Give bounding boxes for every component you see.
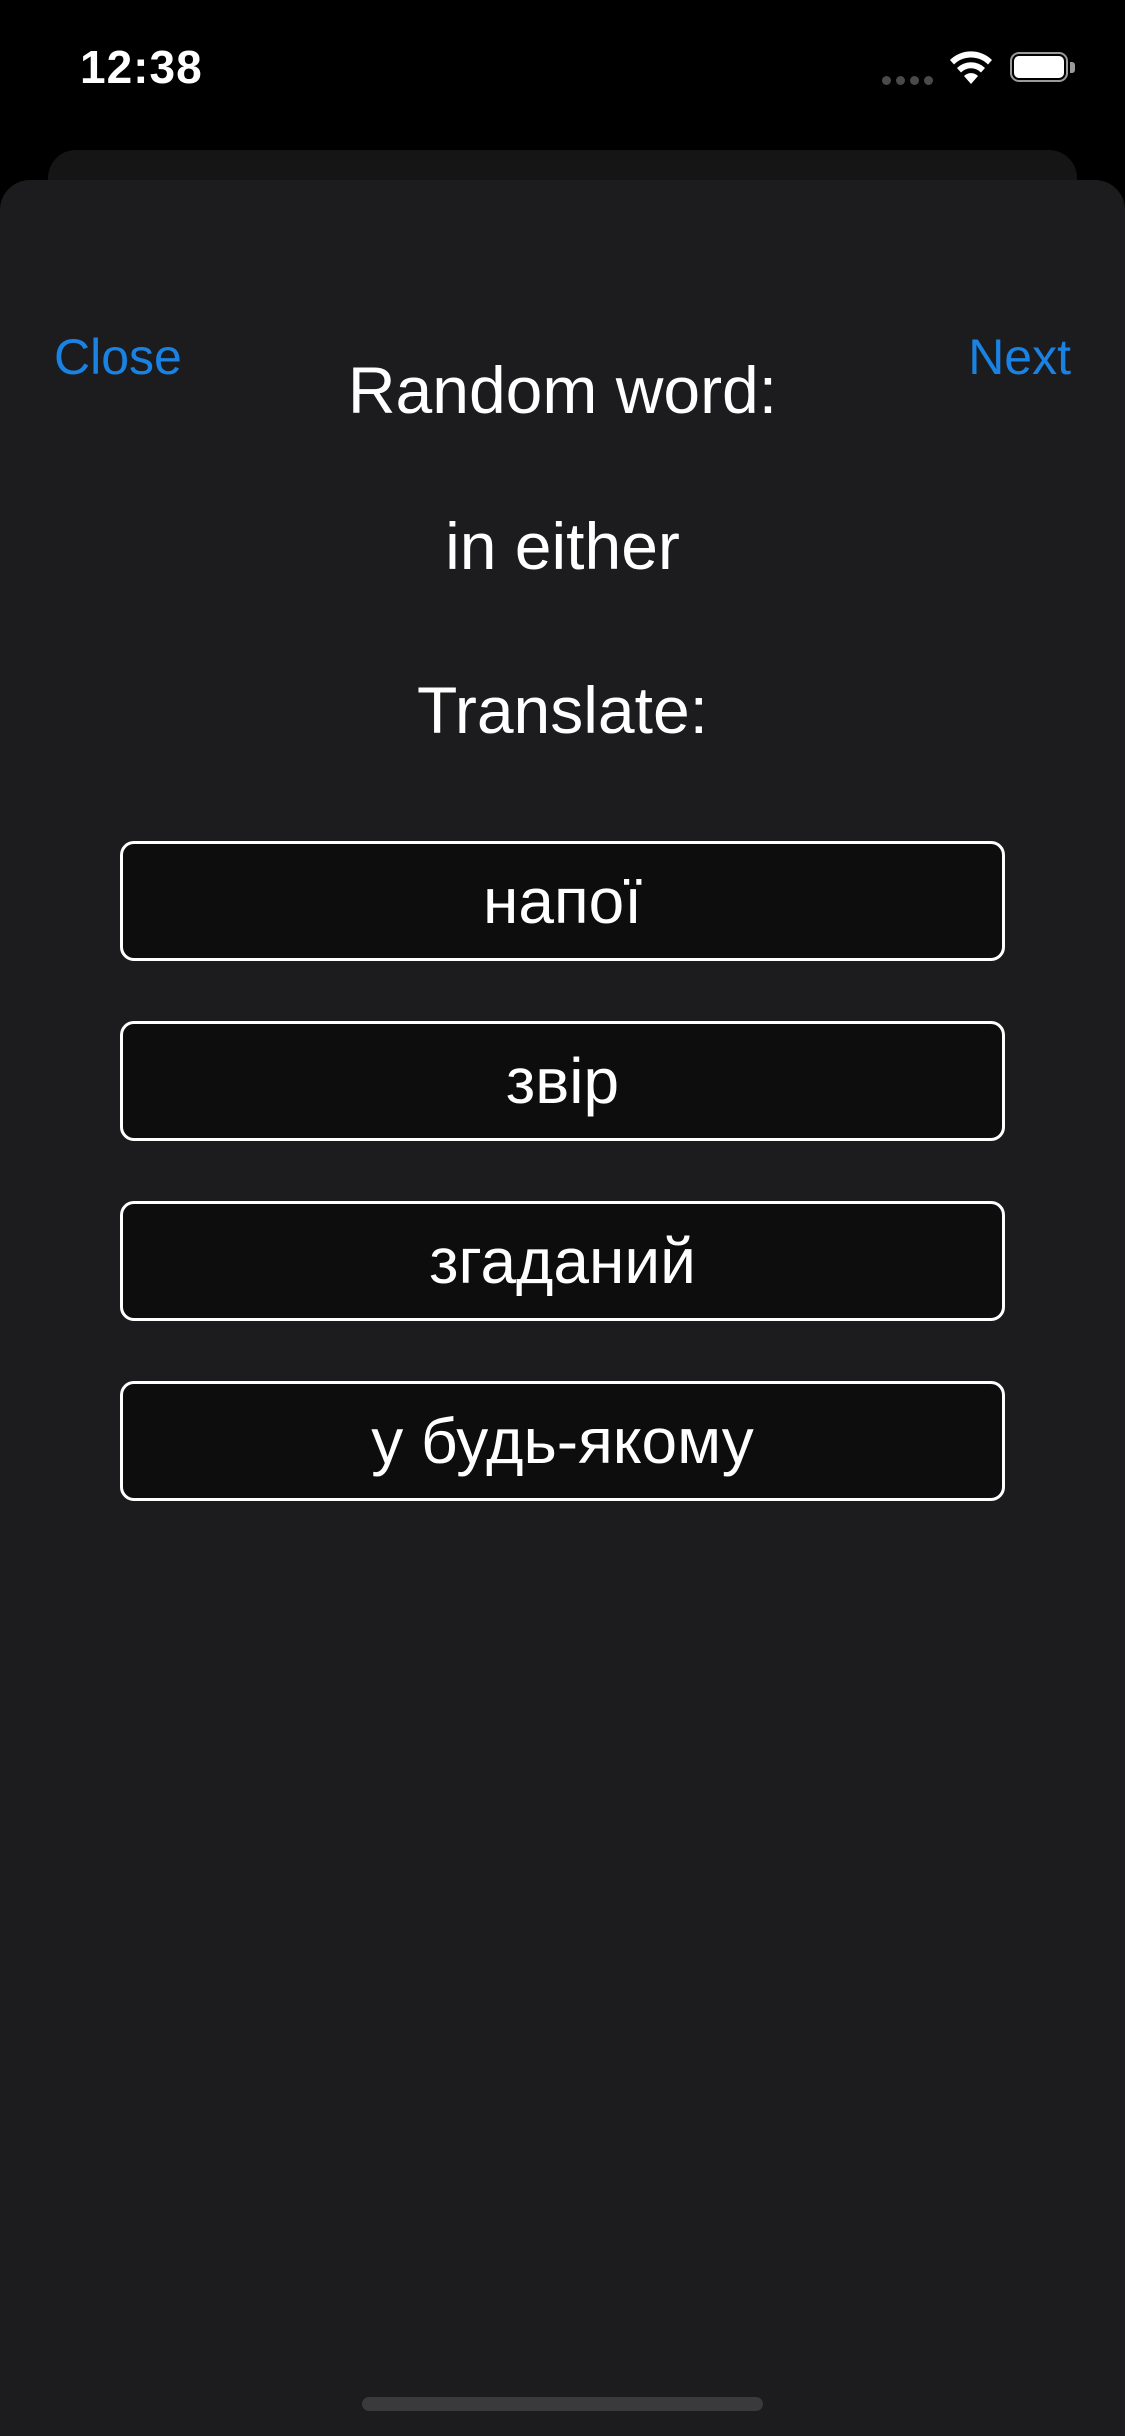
random-word: in either <box>445 509 680 583</box>
status-bar: 12:38 <box>0 0 1125 140</box>
battery-icon <box>1010 52 1076 84</box>
wifi-icon <box>950 51 992 84</box>
screen: 12:38 Close Next Random word: in either … <box>0 0 1125 2436</box>
status-time: 12:38 <box>80 41 203 93</box>
answer-option-button[interactable]: звір <box>120 1021 1005 1141</box>
translate-label: Translate: <box>416 673 708 747</box>
answer-option-button[interactable]: згаданий <box>120 1201 1005 1321</box>
home-indicator[interactable] <box>362 2397 763 2411</box>
signal-icon <box>882 76 934 86</box>
answer-option-button[interactable]: у будь-якому <box>120 1381 1005 1501</box>
answer-option-button[interactable]: напої <box>120 841 1005 961</box>
quiz-title: Random word: <box>347 353 778 427</box>
quiz-sheet: Close Next Random word: in either Transl… <box>0 180 1125 2436</box>
